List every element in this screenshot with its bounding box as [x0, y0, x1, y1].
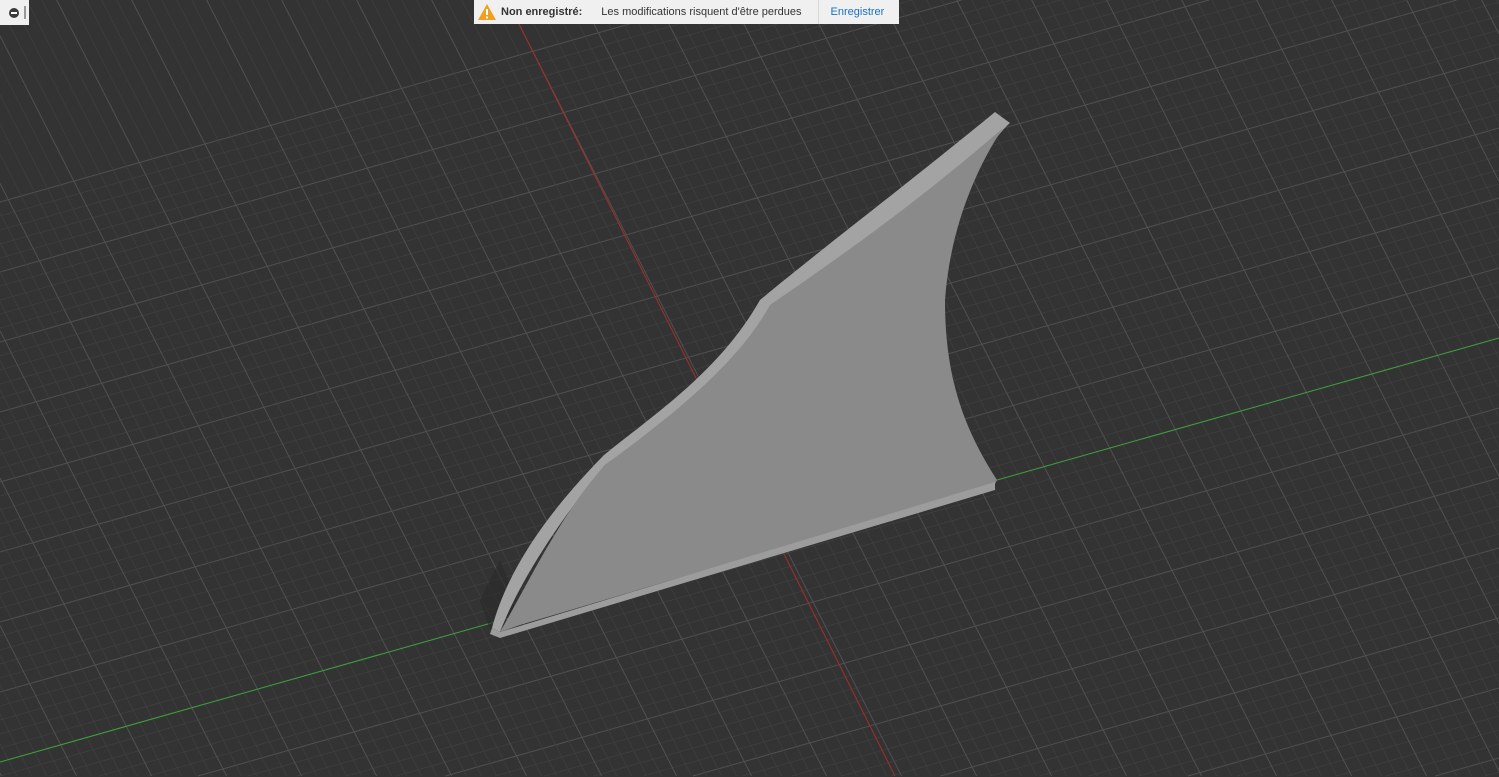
grid-line: [1226, 0, 1499, 536]
grid-line: [71, 0, 467, 777]
grid-line: [296, 0, 692, 777]
grid-line: [0, 0, 1160, 329]
grid-line: [191, 0, 587, 777]
grid-line: [86, 0, 482, 777]
grid-line: [1406, 0, 1499, 182]
grid-line: [1346, 0, 1499, 300]
grid-line: [911, 0, 1307, 777]
grid-line: [326, 0, 722, 777]
warning-icon: [478, 4, 496, 20]
grid-line: [101, 0, 497, 777]
grid-line: [0, 301, 242, 777]
grid-line: [0, 360, 212, 777]
grid-line: [11, 0, 407, 777]
grid-line: [1421, 0, 1499, 152]
grid-line: [643, 533, 1499, 777]
grid-line: [146, 0, 542, 777]
grid-line: [0, 0, 814, 231]
grid-line: [221, 0, 617, 777]
notification-title: Non enregistré:: [501, 6, 583, 18]
save-link[interactable]: Enregistrer: [831, 6, 885, 18]
grid-line: [1136, 0, 1499, 713]
grid-line: [0, 0, 1358, 385]
grid-line: [0, 35, 378, 777]
grid-line: [41, 0, 437, 777]
grid-line: [1316, 0, 1499, 359]
grid-line: [1166, 0, 1499, 654]
grid-line: [971, 0, 1367, 777]
grid-line: [1286, 0, 1499, 418]
grid-line: [0, 0, 863, 245]
grid-line: [0, 507, 137, 777]
grid-line: [1001, 0, 1397, 777]
collapse-panel-button[interactable]: [9, 7, 19, 18]
grid-line: [1361, 0, 1499, 270]
grid-line: [1076, 0, 1472, 777]
grid-line: [1061, 0, 1457, 777]
grid-line: [0, 65, 362, 777]
grid-line: [1376, 0, 1499, 241]
grid-line: [742, 561, 1499, 777]
grid-line: [0, 94, 347, 777]
divider: [817, 0, 819, 24]
grid-line: [1256, 0, 1499, 477]
grid-line: [0, 713, 32, 777]
grid-line: [1331, 0, 1499, 329]
grid-line: [176, 0, 572, 777]
grid-line: [131, 0, 528, 777]
grid-line: [1237, 701, 1499, 777]
grid-line: [926, 0, 1322, 777]
grid-line: [0, 625, 78, 777]
grid-line: [0, 0, 1408, 399]
grid-line: [0, 536, 122, 777]
grid-line: [1151, 0, 1499, 683]
grid-line: [1088, 659, 1499, 777]
grid-line: [0, 654, 62, 777]
grid-line: [1271, 0, 1499, 447]
grid-line: [0, 212, 287, 777]
grid-line: [0, 153, 317, 777]
grid-line: [1091, 0, 1487, 777]
3d-viewport[interactable]: [0, 0, 1499, 777]
grid-line: [890, 603, 1499, 777]
grid-line: [161, 0, 557, 777]
grid-line: [1196, 0, 1499, 595]
grid-line: [236, 0, 632, 777]
grid-line: [0, 389, 197, 777]
notification-message: Les modifications risquent d'être perdue…: [601, 6, 802, 18]
panel-resize-grip[interactable]: [24, 6, 26, 19]
browser-panel-corner: [0, 0, 29, 25]
grid-line: [841, 589, 1499, 777]
grid-line: [1138, 673, 1499, 777]
model-body[interactable]: [480, 112, 1010, 638]
grid-line: [0, 477, 153, 777]
grid-line: [1106, 0, 1499, 772]
grid-line: [1181, 0, 1499, 624]
grid-line: [1031, 0, 1428, 777]
grid-line: [266, 0, 662, 777]
grid-line: [281, 0, 678, 777]
grid-line: [251, 0, 647, 777]
grid-line: [1484, 771, 1499, 777]
grid-line: [0, 684, 47, 777]
grid-line: [206, 0, 603, 777]
unsaved-notification-bar: Non enregistré: Les modifications risque…: [474, 0, 899, 24]
